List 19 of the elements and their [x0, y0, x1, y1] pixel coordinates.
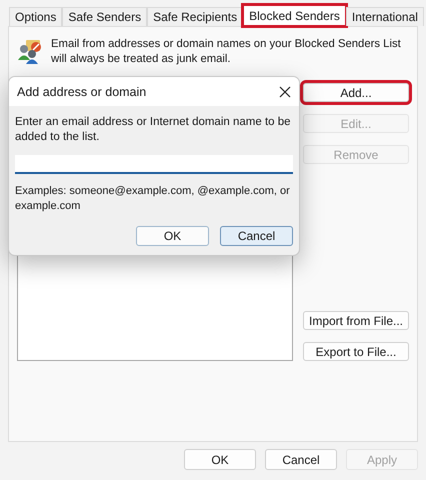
tab[interactable]: International [346, 7, 424, 26]
prompt-text: Enter an email address or Internet domain name to be added to the list. [14, 115, 292, 145]
footer-button[interactable]: OK [184, 449, 256, 470]
address-field[interactable] [15, 155, 293, 174]
tab[interactable]: Safe Recipients [147, 7, 244, 26]
examples-text: Examples: someone@example.com, @example.com, or example.com [14, 184, 291, 214]
close-icon[interactable] [279, 86, 291, 98]
blocked-users-icon [17, 39, 43, 65]
dialog-title: Add address or domain [17, 84, 146, 98]
tab[interactable]: Options [9, 7, 62, 26]
side-button[interactable]: Export to File... [303, 342, 409, 361]
dialog-button[interactable]: OK [136, 226, 209, 246]
tab[interactable]: Safe Senders [62, 7, 148, 26]
footer-button[interactable]: Cancel [265, 449, 337, 470]
tab[interactable]: Blocked Senders [243, 5, 346, 26]
description-text: Email from addresses or domain names on your Blocked Senders List will always be treated as junk email. [51, 37, 402, 67]
dialog-button[interactable]: Cancel [220, 226, 293, 246]
side-button[interactable]: Add... [303, 83, 409, 102]
side-button[interactable]: Import from File... [303, 311, 409, 330]
